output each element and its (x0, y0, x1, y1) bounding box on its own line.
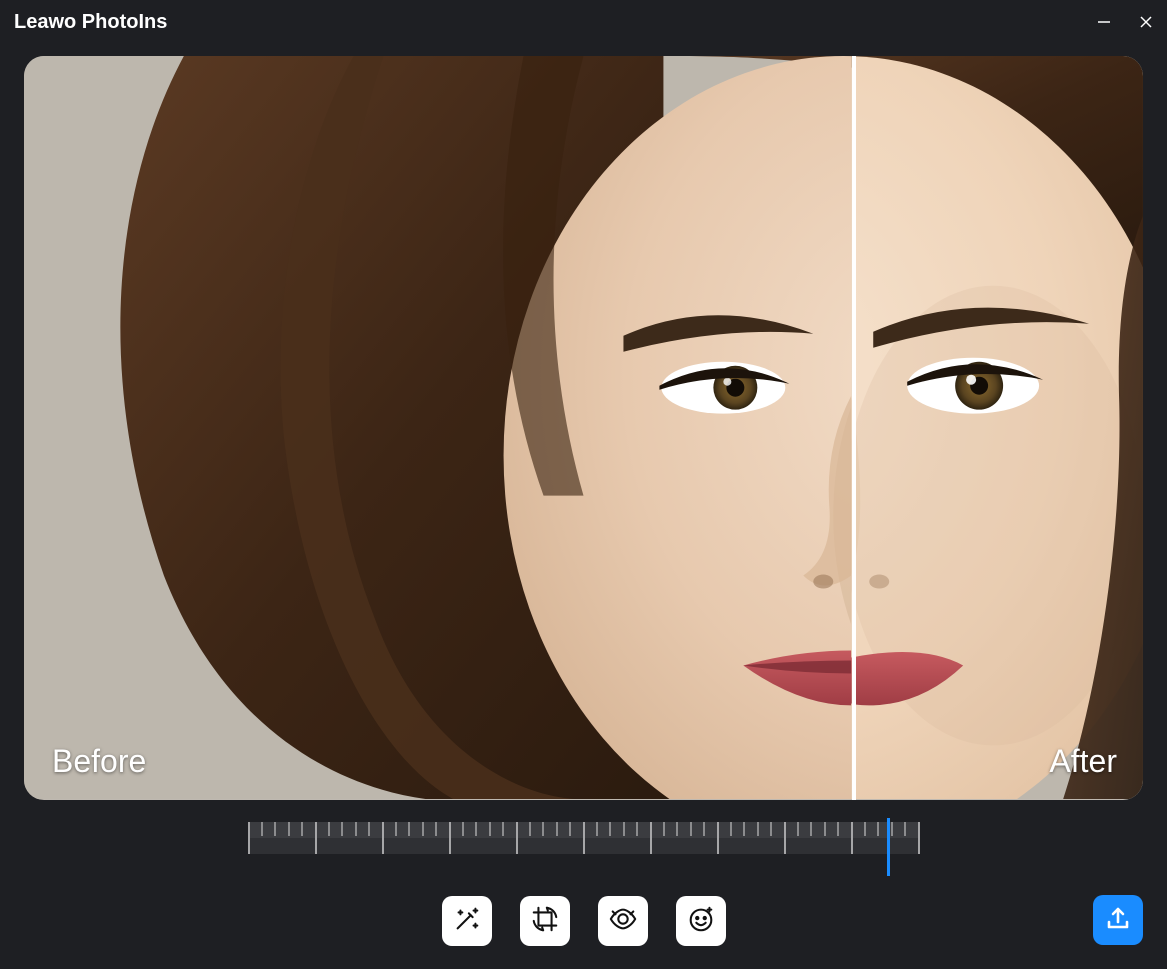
smiley-sparkle-icon (686, 904, 716, 939)
crop-rotate-icon (530, 904, 560, 939)
ruler-tick-small (395, 822, 397, 836)
titlebar: Leawo PhotoIns (0, 0, 1167, 44)
before-label: Before (52, 743, 146, 780)
ruler-tick-small (462, 822, 464, 836)
ruler-tick-small (341, 822, 343, 836)
ruler-tick-big (784, 822, 786, 854)
ruler-tick-big (516, 822, 518, 854)
preview-area: Before After (24, 56, 1143, 800)
ruler-tick-small (542, 822, 544, 836)
ruler-tick-small (368, 822, 370, 836)
crop-rotate-button[interactable] (520, 896, 570, 946)
close-icon[interactable] (1139, 15, 1153, 29)
ruler-tick-small (609, 822, 611, 836)
eye-icon (608, 904, 638, 939)
ruler-tick-big (851, 822, 853, 854)
ruler-tick-small (770, 822, 772, 836)
ruler-tick-small (676, 822, 678, 836)
ruler-tick-small (261, 822, 263, 836)
ruler-tick-small (891, 822, 893, 836)
ruler-tick-small (837, 822, 839, 836)
ruler-tick-big (449, 822, 451, 854)
ruler-tick-small (288, 822, 290, 836)
ruler-tick-small (824, 822, 826, 836)
ruler-tick-small (730, 822, 732, 836)
ruler-tick-small (703, 822, 705, 836)
ruler-tick-small (529, 822, 531, 836)
ruler-tick-small (408, 822, 410, 836)
ruler-tick-small (690, 822, 692, 836)
ruler-tick-small (864, 822, 866, 836)
after-label: After (1049, 743, 1117, 780)
ruler-tick-small (435, 822, 437, 836)
ruler-tick-big (650, 822, 652, 854)
ruler-tick-small (877, 822, 879, 836)
photo-preview (24, 56, 1143, 799)
ruler-tick-small (797, 822, 799, 836)
window-controls (1097, 15, 1153, 29)
zoom-ruler[interactable] (249, 822, 919, 870)
app-title: Leawo PhotoIns (14, 11, 167, 34)
toolbar (0, 896, 1167, 946)
ruler-tick-small (274, 822, 276, 836)
minimize-icon[interactable] (1097, 15, 1111, 29)
ruler-tick-big (315, 822, 317, 854)
ruler-tick-small (422, 822, 424, 836)
export-icon (1105, 905, 1131, 936)
ruler-tick-small (743, 822, 745, 836)
ruler-tick-small (663, 822, 665, 836)
ruler-tick-small (328, 822, 330, 836)
ruler-tick-small (355, 822, 357, 836)
split-divider[interactable] (852, 56, 856, 800)
export-button[interactable] (1093, 895, 1143, 945)
ruler-tick-small (596, 822, 598, 836)
ruler-tick-big (717, 822, 719, 854)
ruler-tick-small (301, 822, 303, 836)
zoom-ruler-wrap (0, 822, 1167, 870)
ruler-tick-small (489, 822, 491, 836)
ruler-tick-small (502, 822, 504, 836)
ruler-tick-small (475, 822, 477, 836)
ruler-tick-small (757, 822, 759, 836)
ruler-tick-small (904, 822, 906, 836)
eye-enhance-button[interactable] (598, 896, 648, 946)
ruler-tick-small (810, 822, 812, 836)
ruler-needle[interactable] (887, 818, 890, 876)
ruler-tick-small (569, 822, 571, 836)
ruler-tick-big (583, 822, 585, 854)
face-enhance-button[interactable] (676, 896, 726, 946)
ruler-tick-small (623, 822, 625, 836)
ruler-tick-big (248, 822, 250, 854)
ruler-tick-small (556, 822, 558, 836)
ruler-tick-big (918, 822, 920, 854)
magic-wand-icon (452, 904, 482, 939)
ruler-tick-big (382, 822, 384, 854)
auto-enhance-button[interactable] (442, 896, 492, 946)
ruler-tick-small (636, 822, 638, 836)
